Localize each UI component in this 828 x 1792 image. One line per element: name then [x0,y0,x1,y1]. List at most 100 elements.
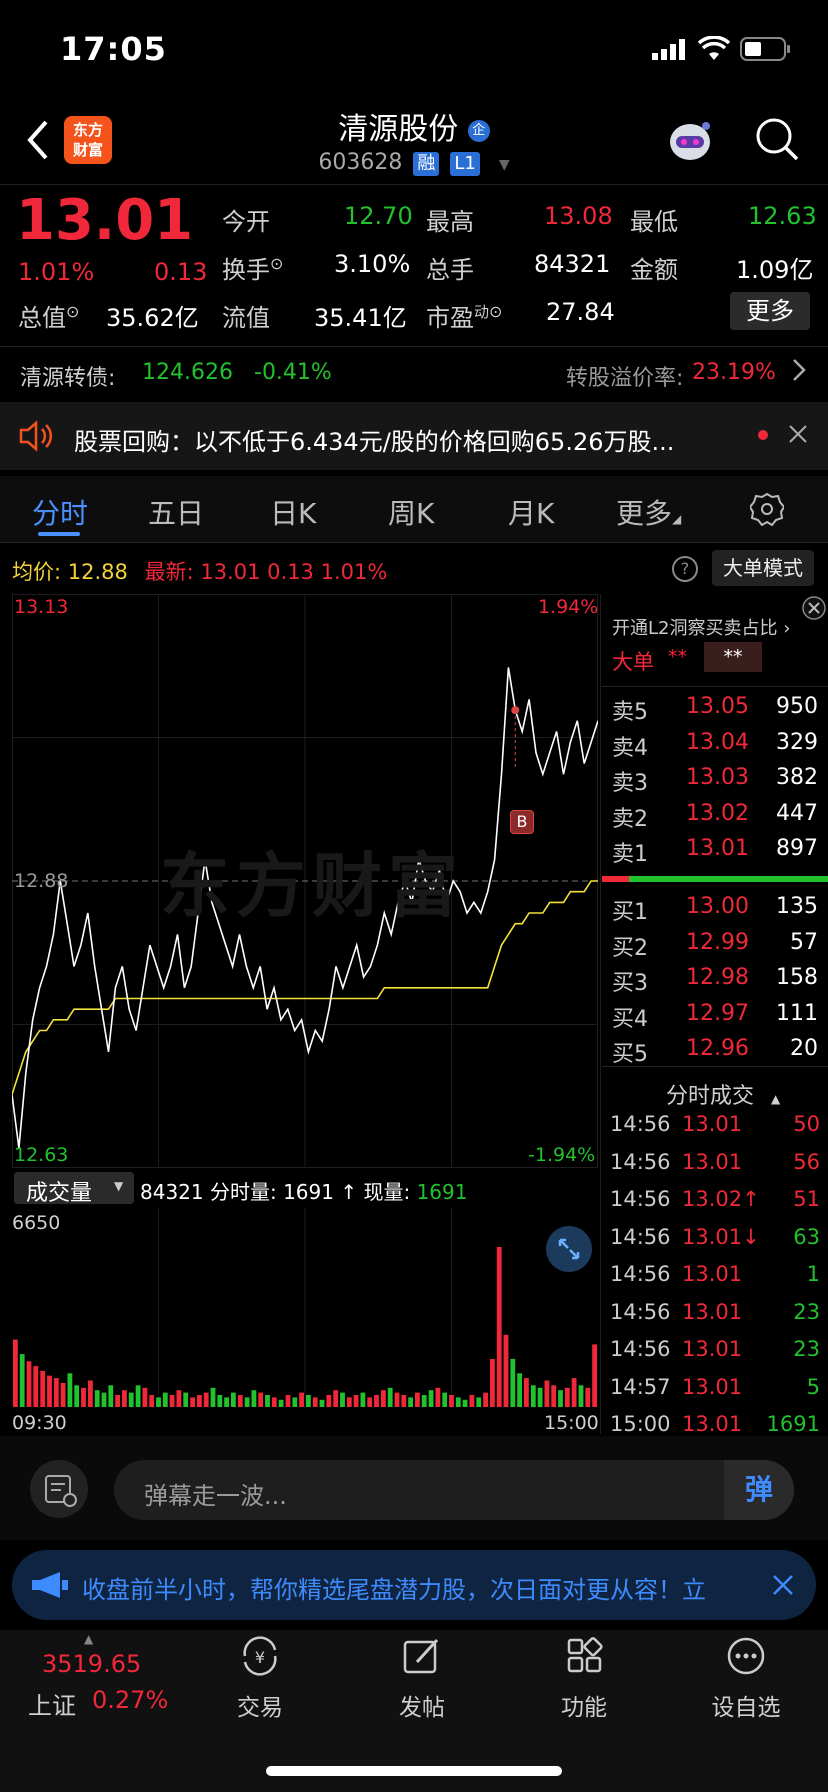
tick-volume: 1 [806,1262,820,1286]
more-button[interactable]: 更多 [730,292,810,330]
tab-five-day[interactable]: 五日 [148,492,204,532]
tick-volume: 56 [793,1149,820,1174]
promo-banner[interactable]: 收盘前半小时，帮你精选尾盘潜力股，次日面对更从容！立 [12,1550,816,1620]
comment-input[interactable]: 弹幕走一波... 弹 [114,1460,794,1520]
l2-upgrade-link[interactable]: 开通L2洞察买卖占比 › [612,614,790,640]
volume-bar [312,1397,318,1407]
volume-bar [578,1385,584,1407]
chevron-up-icon: ▲ [771,1092,781,1106]
help-icon[interactable]: ? [672,556,698,582]
search-icon[interactable] [754,116,800,166]
volume-bar [462,1399,468,1407]
close-icon[interactable] [772,1574,794,1600]
chevron-down-icon: ▼ [498,157,510,173]
volume-bar [217,1395,223,1407]
buy-row[interactable]: 买5 12.96 20 [602,1034,828,1068]
sell-row[interactable]: 卖3 13.03 382 [602,763,828,797]
volume-bar [496,1247,502,1407]
volume-selector[interactable]: 成交量 ▼ [14,1172,134,1206]
tab-weekly-k[interactable]: 周K [388,492,434,532]
tick-row: 14:57 13.01 5 [602,1373,828,1407]
buy-price: 12.99 [686,929,749,955]
tick-volume: 63 [793,1224,820,1249]
danmaku-send-button[interactable]: 弹 [724,1460,794,1520]
marker-dot [511,706,520,715]
margin-tag: 融 [413,152,440,176]
open-value: 12.70 [344,202,413,230]
pct-min-label: -1.94% [528,1144,596,1166]
pct-max-label: 1.94% [538,596,599,618]
buy-row[interactable]: 买1 13.00 135 [602,892,828,926]
index-ticker[interactable]: 3519.65 上证 0.27% [0,1646,168,1736]
tick-volume: 51 [793,1187,820,1211]
buy-level-label: 买4 [612,1006,648,1032]
big-order-locked[interactable]: ** [704,642,762,672]
info-icon: ⊙ [489,302,503,321]
volume-bar [190,1397,195,1407]
nav-add-watchlist[interactable]: 设自选 [706,1636,786,1736]
info-icon: ⊙ [270,254,284,273]
more-dots-icon [727,1637,765,1675]
pe-label[interactable]: 市盈动⊙ [426,298,502,333]
volume-bar [387,1387,393,1407]
sell-row[interactable]: 卖2 13.02 447 [602,799,828,833]
volume-bar [510,1358,516,1407]
divider [602,686,828,687]
nav-functions[interactable]: 功能 [544,1636,624,1736]
sell-row[interactable]: 卖4 13.04 329 [602,728,828,762]
volume-bar [94,1390,100,1407]
sell-row[interactable]: 卖5 13.05 950 [602,692,828,726]
expand-icon[interactable] [546,1226,592,1272]
divider [602,1066,828,1067]
tick-row: 14:56 13.01 56 [602,1148,828,1182]
volume-label: 总手 [426,256,474,284]
comment-list-icon[interactable] [30,1460,88,1518]
volume-bar [33,1366,39,1407]
buy-level-label: 买1 [612,900,648,925]
tab-daily-k[interactable]: 日K [270,492,316,532]
big-order-mode-button[interactable]: 大单模式 [712,550,814,586]
sell-level-label: 卖4 [612,735,648,761]
settings-gear-icon[interactable] [748,492,786,530]
nav-post[interactable]: 发帖 [382,1636,462,1736]
volume-bar [530,1385,536,1407]
sell-row[interactable]: 卖1 13.01 897 [602,834,828,868]
buy-row[interactable]: 买2 12.99 57 [602,928,828,962]
volume-bar [442,1392,448,1407]
turnover-label[interactable]: 换手⊙ [222,250,283,285]
volume-bar [483,1392,488,1407]
turnover-value: 3.10% [334,250,411,278]
chevron-right-icon [792,358,806,386]
market-cap-label[interactable]: 总值⊙ [18,298,79,333]
tick-row: 14:56 13.02↑ 51 [602,1185,828,1219]
tab-intraday[interactable]: 分时 [32,492,88,532]
y-mid-label: 12.88 [14,870,69,892]
buy-marker[interactable]: B [510,810,534,834]
tab-more[interactable]: 更多◢ [616,492,681,532]
volume-bar [13,1339,18,1407]
home-indicator [266,1766,562,1776]
robot-assistant-icon[interactable] [666,116,716,168]
edit-icon [403,1638,439,1674]
buy-level-label: 买3 [612,971,648,996]
y-min-label: 12.63 [14,1144,69,1166]
close-icon[interactable] [788,424,808,448]
volume-bar [564,1387,570,1407]
buy-row[interactable]: 买3 12.98 158 [602,963,828,997]
buy-row[interactable]: 买4 12.97 111 [602,999,828,1033]
trade-yuan-icon: ¥ [243,1636,277,1676]
nav-trade[interactable]: ¥ 交易 [220,1636,300,1736]
volume-chart[interactable] [12,1208,598,1408]
index-value: 3519.65 [42,1650,142,1678]
volume-bar [278,1399,284,1407]
tab-monthly-k[interactable]: 月K [508,492,554,532]
sell-volume: 950 [776,694,818,719]
big-order-value: ** [668,646,687,668]
promo-text: 收盘前半小时，帮你精选尾盘潜力股，次日面对更从容！立 [82,1576,706,1604]
buy-volume: 135 [776,894,818,919]
ticks-header[interactable]: 分时成交 ▲ [666,1078,780,1110]
sell-level-label: 卖3 [612,771,648,796]
convertible-bond-row[interactable]: 清源转债: 124.626 -0.41% 转股溢价率: 23.19% [0,348,828,402]
notice-bar[interactable]: 股票回购：以不低于6.434元/股的价格回购65.26万股... [0,402,828,470]
close-icon[interactable] [802,596,826,624]
